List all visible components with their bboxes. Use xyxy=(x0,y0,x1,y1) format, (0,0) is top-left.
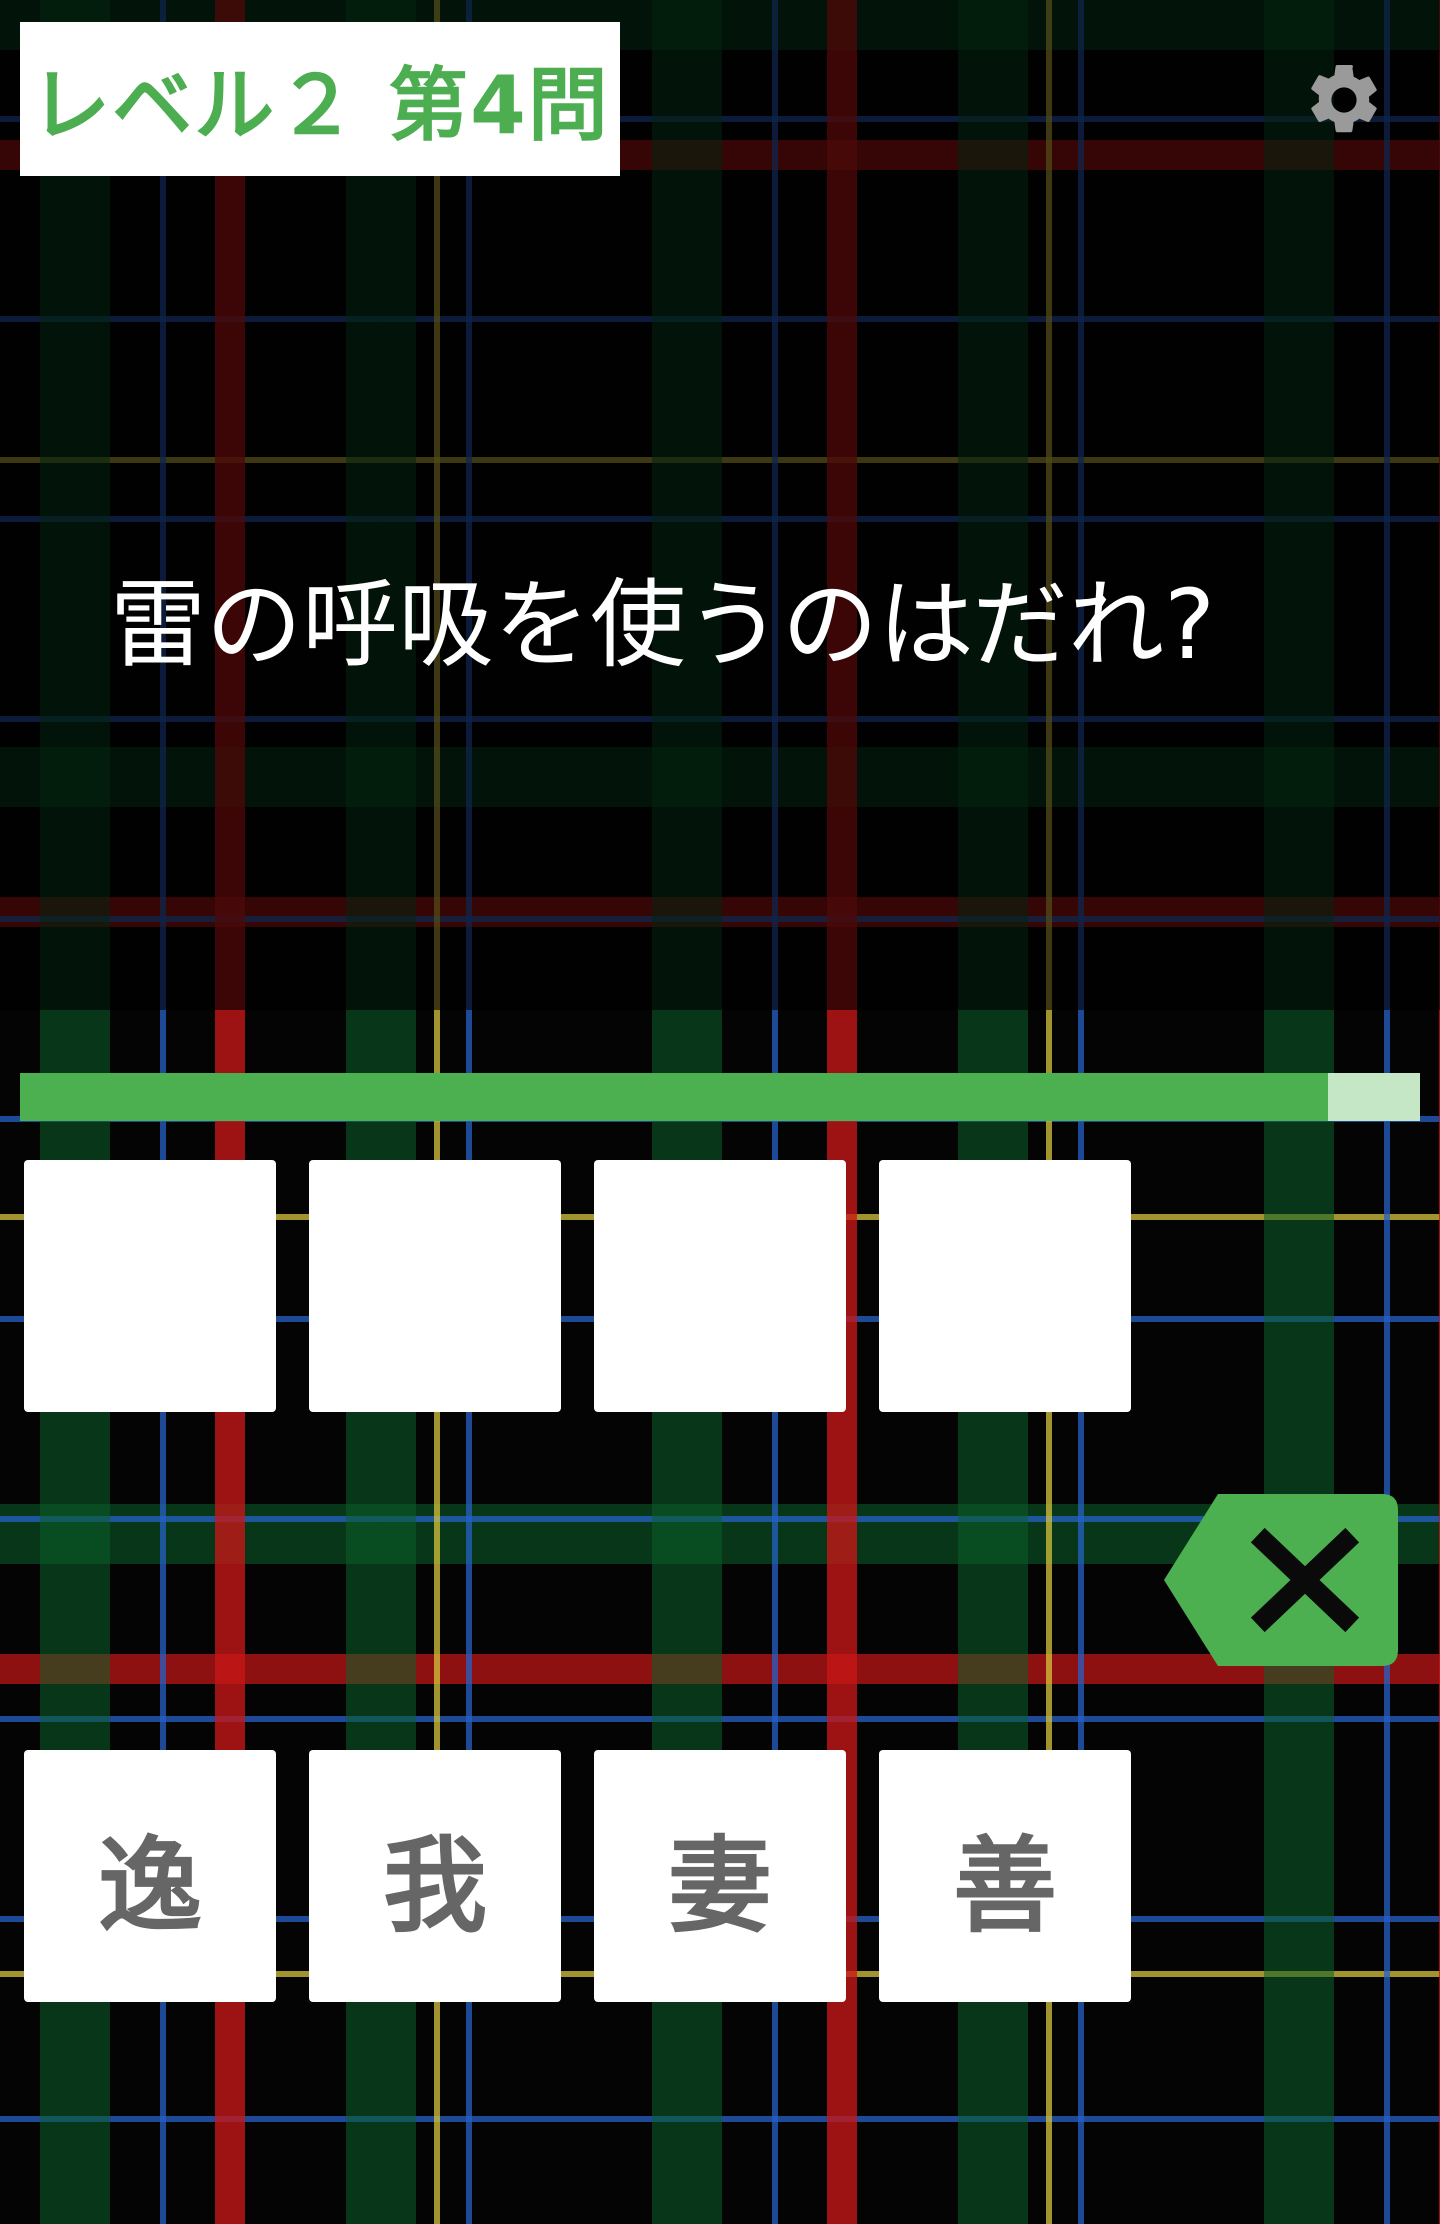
choice-tile-2-char: 我 xyxy=(382,1824,487,1947)
question-text: 雷の呼吸を使うのはだれ? xyxy=(110,569,1216,681)
timer-bar-fill xyxy=(20,1073,1328,1121)
choice-tile-1-char: 逸 xyxy=(97,1824,202,1947)
answer-slot-3[interactable] xyxy=(594,1160,846,1412)
choice-tile-4-char: 善 xyxy=(952,1824,1057,1947)
gear-icon xyxy=(1311,64,1377,133)
answer-slot-1[interactable] xyxy=(24,1160,276,1412)
choice-tile-3-char: 妻 xyxy=(667,1824,772,1947)
answer-slot-4[interactable] xyxy=(879,1160,1131,1412)
timer-bar xyxy=(20,1073,1420,1121)
settings-button[interactable] xyxy=(1300,56,1388,144)
choice-tile-2[interactable]: 我 xyxy=(309,1750,561,2002)
choice-tile-3[interactable]: 妻 xyxy=(594,1750,846,2002)
answer-slot-2[interactable] xyxy=(309,1160,561,1412)
delete-button[interactable] xyxy=(1160,1490,1402,1670)
choice-tile-4[interactable]: 善 xyxy=(879,1750,1131,2002)
choice-tile-1[interactable]: 逸 xyxy=(24,1750,276,2002)
level-badge: レベル２ 第4問 xyxy=(20,22,620,176)
backspace-icon xyxy=(1164,1494,1398,1666)
level-label-text: レベル２ 第4問 xyxy=(30,59,610,152)
